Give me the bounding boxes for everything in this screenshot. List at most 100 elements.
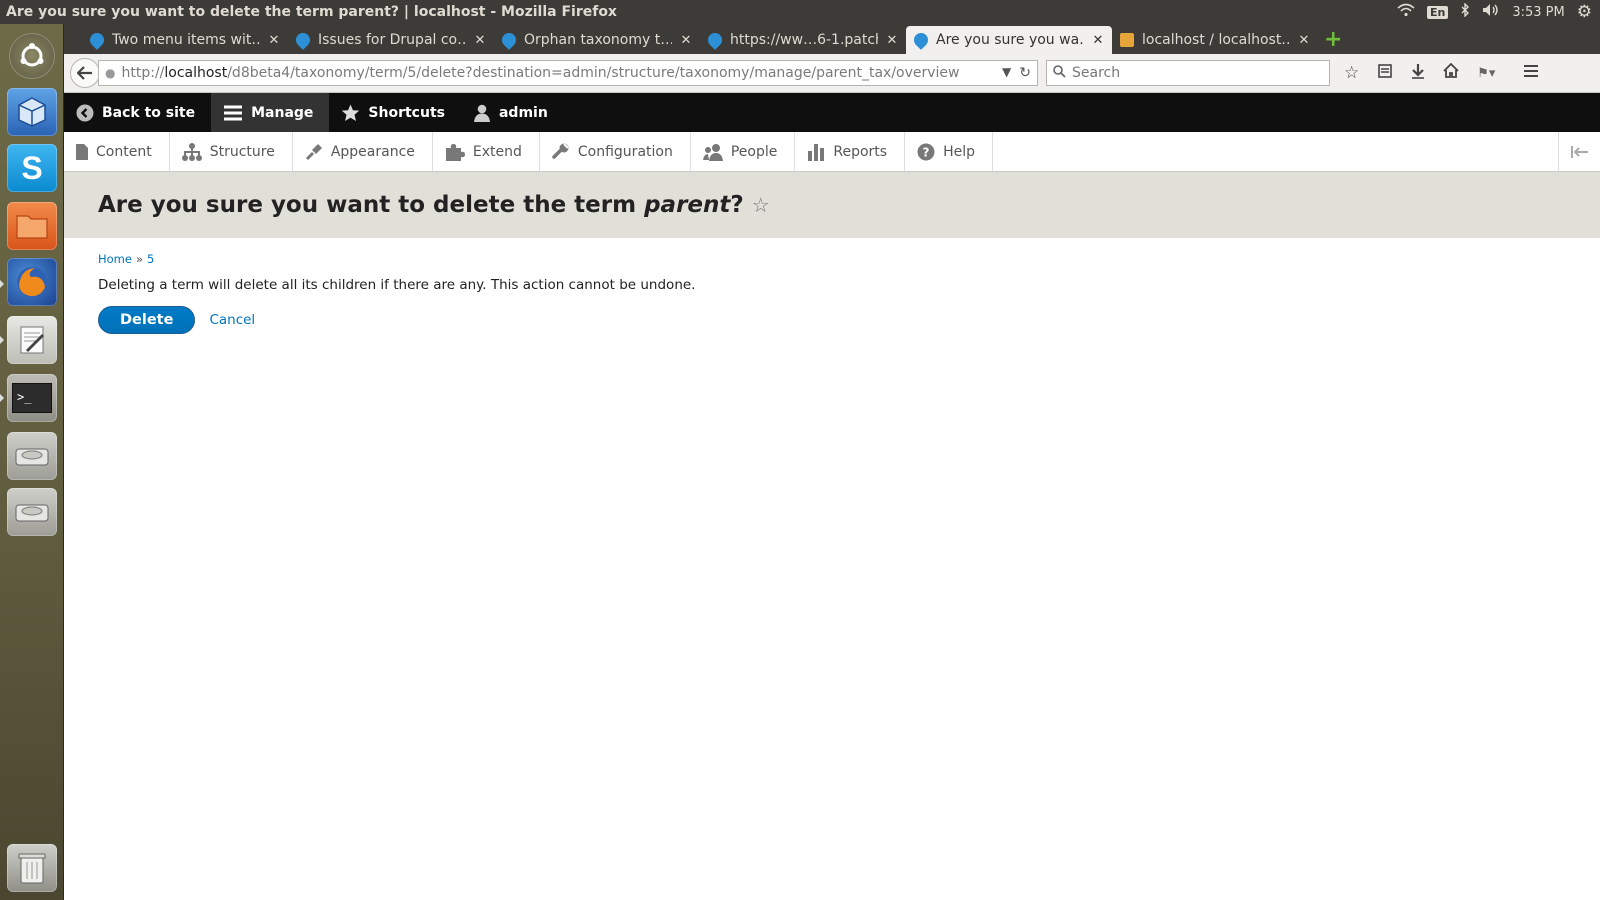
close-tab-icon[interactable]: ✕ bbox=[680, 33, 692, 48]
reload-icon[interactable]: ↻ bbox=[1019, 65, 1031, 81]
menu-item-label: Structure bbox=[209, 143, 275, 160]
close-tab-icon[interactable]: ✕ bbox=[474, 33, 486, 48]
puzzle-icon bbox=[445, 143, 465, 161]
help-icon: ? bbox=[917, 143, 935, 160]
launcher-skype[interactable]: S bbox=[5, 142, 59, 194]
search-bar[interactable]: Search bbox=[1046, 60, 1330, 86]
tab-label: Two menu items wit… bbox=[112, 32, 260, 48]
browser-tab[interactable]: Two menu items wit… ✕ bbox=[82, 26, 288, 54]
user-button[interactable]: admin bbox=[461, 93, 564, 132]
launcher-terminal[interactable]: >_ bbox=[5, 372, 59, 424]
launcher-drive-2[interactable] bbox=[5, 486, 59, 538]
close-tab-icon[interactable]: ✕ bbox=[268, 33, 280, 48]
menu-item-configuration[interactable]: Configuration bbox=[540, 132, 691, 171]
tab-strip: Two menu items wit… ✕ Issues for Drupal … bbox=[64, 24, 1600, 54]
terminal-icon: >_ bbox=[7, 374, 57, 422]
main-content: Home» 5 Deleting a term will delete all i… bbox=[98, 252, 1498, 334]
home-icon[interactable] bbox=[1443, 62, 1459, 83]
bluetooth-icon[interactable] bbox=[1460, 2, 1470, 21]
back-to-site-label: Back to site bbox=[102, 104, 196, 121]
volume-icon[interactable] bbox=[1482, 3, 1500, 21]
sitemap-icon bbox=[181, 142, 202, 161]
launcher-firefox[interactable] bbox=[5, 256, 59, 308]
svg-text:?: ? bbox=[923, 145, 930, 159]
user-label: admin bbox=[498, 104, 548, 121]
menu-item-extend[interactable]: Extend bbox=[433, 132, 540, 171]
window-title: Are you sure you want to delete the term… bbox=[6, 4, 617, 20]
browser-tab[interactable]: Issues for Drupal co… ✕ bbox=[288, 26, 494, 54]
menu-item-label: Help bbox=[943, 143, 975, 160]
menu-item-label: Configuration bbox=[577, 143, 673, 160]
drupal-favicon-icon bbox=[705, 30, 725, 50]
running-indicator bbox=[0, 394, 4, 402]
shortcuts-button[interactable]: Shortcuts bbox=[329, 93, 461, 132]
close-tab-icon[interactable]: ✕ bbox=[886, 33, 898, 48]
download-icon[interactable] bbox=[1411, 63, 1425, 84]
menu-item-label: People bbox=[730, 143, 778, 160]
menu-item-label: Reports bbox=[833, 143, 888, 160]
cancel-link[interactable]: Cancel bbox=[209, 312, 255, 328]
tray-orientation-toggle-icon[interactable] bbox=[1558, 132, 1600, 171]
back-arrow-icon[interactable] bbox=[70, 58, 100, 88]
menu-item-help[interactable]: ? Help bbox=[905, 132, 993, 171]
close-tab-icon[interactable]: ✕ bbox=[1092, 33, 1104, 48]
hamburger-menu-icon[interactable] bbox=[1523, 63, 1539, 83]
form-actions: Delete Cancel bbox=[98, 306, 1498, 334]
close-tab-icon[interactable]: ✕ bbox=[1298, 33, 1310, 48]
dropdown-arrow-icon[interactable]: ▼ bbox=[1002, 65, 1011, 81]
search-placeholder: Search bbox=[1072, 65, 1121, 81]
drupal-favicon-icon bbox=[87, 30, 107, 50]
bookmark-star-icon[interactable]: ☆ bbox=[1344, 63, 1359, 83]
clock[interactable]: 3:53 PM bbox=[1512, 5, 1564, 20]
shortcut-star-icon[interactable]: ☆ bbox=[752, 193, 770, 217]
browser-tab[interactable]: Orphan taxonomy t… ✕ bbox=[494, 26, 700, 54]
launcher-virtualbox[interactable] bbox=[5, 86, 59, 138]
file-icon bbox=[76, 143, 88, 160]
gear-icon[interactable]: ⚙ bbox=[1577, 2, 1592, 22]
manage-button[interactable]: Manage bbox=[211, 93, 330, 132]
launcher-drive-1[interactable] bbox=[5, 430, 59, 482]
folder-icon bbox=[7, 202, 57, 250]
wrench-icon bbox=[552, 142, 569, 159]
tab-label: localhost / localhost… bbox=[1142, 32, 1290, 48]
breadcrumb: Home» 5 bbox=[98, 252, 1498, 266]
browser-tab-active[interactable]: Are you sure you wa… ✕ bbox=[906, 26, 1112, 54]
delete-warning-text: Deleting a term will delete all its chil… bbox=[98, 277, 696, 293]
launcher-dash[interactable] bbox=[5, 30, 59, 82]
menu-item-appearance[interactable]: Appearance bbox=[293, 132, 433, 171]
new-tab-plus-icon[interactable]: + bbox=[1318, 26, 1342, 54]
cube-icon bbox=[7, 88, 57, 136]
tab-label: Are you sure you wa… bbox=[936, 32, 1084, 48]
back-circle-icon bbox=[76, 104, 94, 121]
hamburger-icon bbox=[224, 105, 243, 120]
browser-tab[interactable]: https://ww…6-1.patch ✕ bbox=[700, 26, 906, 54]
launcher-files[interactable] bbox=[5, 200, 59, 252]
bar-chart-icon bbox=[808, 143, 825, 161]
os-launcher: S >_ bbox=[0, 24, 64, 900]
menu-item-content[interactable]: Content bbox=[64, 132, 170, 171]
star-filled-icon bbox=[342, 103, 360, 121]
back-to-site-button[interactable]: Back to site bbox=[64, 93, 211, 132]
url-bar[interactable]: ● http://localhost/d8beta4/taxonomy/term… bbox=[98, 60, 1038, 86]
reading-list-icon[interactable] bbox=[1377, 63, 1393, 84]
shortcuts-label: Shortcuts bbox=[368, 104, 445, 121]
extension-icon[interactable]: ⚑▾ bbox=[1477, 66, 1495, 81]
launcher-trash[interactable] bbox=[5, 842, 59, 894]
breadcrumb-home-link[interactable]: Home bbox=[98, 252, 132, 266]
menu-item-structure[interactable]: Structure bbox=[170, 132, 293, 171]
url-text[interactable]: http://localhost/d8beta4/taxonomy/term/5… bbox=[121, 65, 996, 81]
people-icon bbox=[702, 143, 723, 161]
hard-drive-icon bbox=[7, 488, 57, 536]
launcher-text-editor[interactable] bbox=[5, 314, 59, 366]
menu-item-reports[interactable]: Reports bbox=[795, 132, 906, 171]
drupal-favicon-icon bbox=[293, 30, 313, 50]
menu-item-people[interactable]: People bbox=[691, 132, 796, 171]
delete-button[interactable]: Delete bbox=[98, 306, 196, 334]
wifi-icon[interactable] bbox=[1397, 3, 1415, 21]
drupal-favicon-icon bbox=[499, 30, 519, 50]
breadcrumb-term-link[interactable]: 5 bbox=[147, 252, 154, 266]
browser-tab[interactable]: localhost / localhost… ✕ bbox=[1112, 26, 1318, 54]
os-top-panel: Are you sure you want to delete the term… bbox=[0, 0, 1600, 24]
keyboard-layout-indicator[interactable]: En bbox=[1427, 5, 1449, 19]
text-editor-icon bbox=[7, 316, 57, 364]
